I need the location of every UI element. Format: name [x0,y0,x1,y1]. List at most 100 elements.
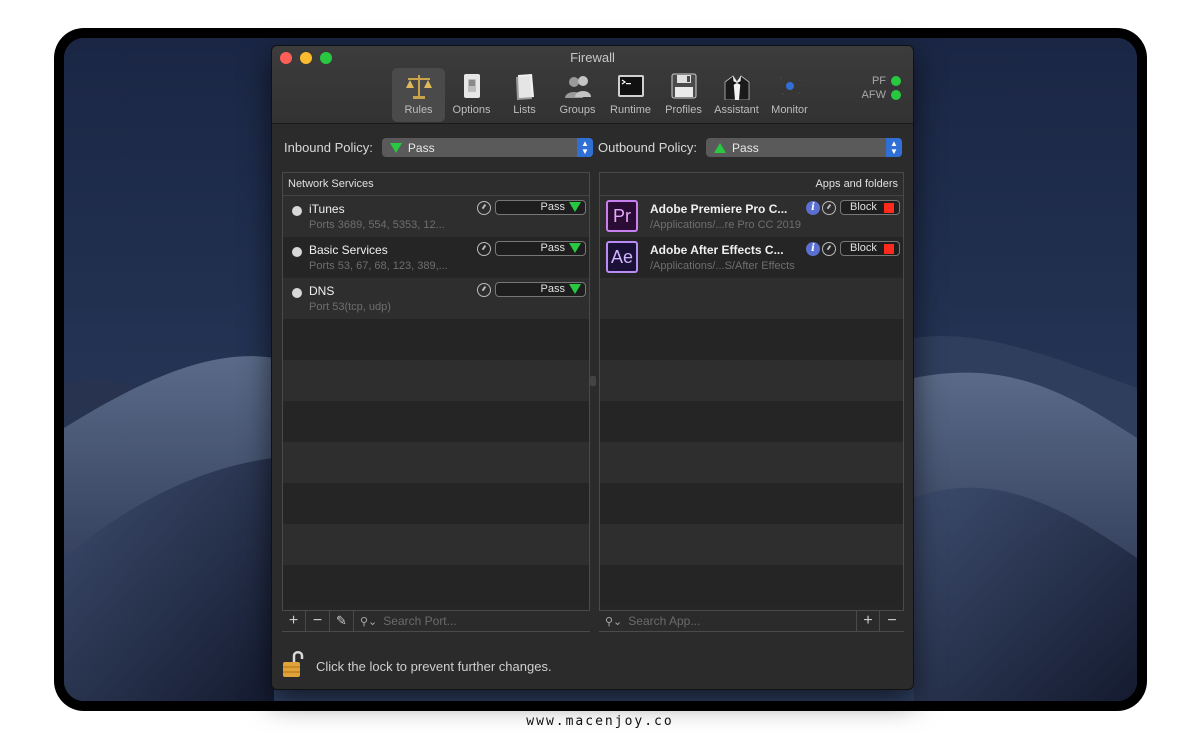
gauge-icon[interactable] [477,201,491,215]
app-action-select[interactable]: Block [840,241,900,256]
tab-lists[interactable]: Lists [498,68,551,122]
empty-row [600,360,903,401]
window-title: Firewall [570,50,615,65]
firewall-status: PF AFW [862,74,901,102]
afw-status: AFW [862,88,901,102]
inbound-policy-select[interactable]: Pass ▲ ▼ [381,138,593,157]
search-app-input[interactable]: ⚲⌄ Search App... [599,614,856,628]
empty-row [600,524,903,565]
empty-row [600,442,903,483]
gauge-icon[interactable] [477,242,491,256]
inbound-policy: Inbound Policy: Pass ▲ ▼ [284,138,593,157]
service-action-label: Pass [540,242,565,254]
service-status-icon [292,288,302,298]
tab-profiles-label: Profiles [665,104,702,116]
tab-assistant[interactable]: Assistant [710,68,763,122]
info-icon[interactable]: i [806,201,820,215]
butler-icon [720,71,754,101]
apps-header: Apps and folders [600,173,903,196]
app-action-label: Block [850,201,877,213]
service-action-select[interactable]: Pass [495,200,586,215]
add-app-button[interactable]: + [856,611,880,631]
block-square-icon [884,244,894,254]
select-stepper-icon: ▲ ▼ [576,138,593,157]
terminal-icon [614,71,648,101]
tab-groups-label: Groups [559,104,596,116]
pass-arrow-icon [569,243,581,253]
tab-groups[interactable]: Groups [551,68,604,122]
list-item[interactable]: DNS Port 53(tcp, udp) Pass [283,278,589,319]
list-item[interactable]: Basic Services Ports 53, 67, 68, 123, 38… [283,237,589,278]
service-name: iTunes [309,202,345,216]
split-view-divider[interactable] [590,376,596,386]
switch-icon [455,71,489,101]
service-action-select[interactable]: Pass [495,282,586,297]
tab-rules[interactable]: Rules [392,68,445,122]
lock-row: Click the lock to prevent further change… [282,649,552,684]
scales-icon [402,71,436,101]
edit-service-button[interactable]: ✎ [330,611,354,631]
tab-rules-label: Rules [404,104,433,116]
pf-indicator-icon [891,76,901,86]
tab-options[interactable]: Options [445,68,498,122]
service-name: Basic Services [309,243,388,257]
service-action-select[interactable]: Pass [495,241,586,256]
tab-monitor[interactable]: Monitor [763,68,816,122]
unlocked-lock-icon[interactable] [282,649,304,684]
radar-icon [773,71,807,101]
tab-profiles[interactable]: Profiles [657,68,710,122]
window-titlebar: Firewall Rules Options Lists Groups Runt… [272,46,913,124]
service-status-icon [292,206,302,216]
service-ports: Ports 3689, 554, 5353, 12... [309,219,445,231]
block-square-icon [884,203,894,213]
network-services-header: Network Services [283,173,589,196]
main-toolbar: Rules Options Lists Groups Runtime Profi… [392,68,816,122]
outbound-policy-value: Pass [732,140,759,155]
list-item[interactable]: Ae Adobe After Effects C... /Application… [600,237,903,278]
remove-app-button[interactable]: − [880,611,904,631]
apps-panel: Apps and folders Pr Adobe Premiere Pro C… [599,172,904,632]
pf-status: PF [862,74,901,88]
network-services-list: iTunes Ports 3689, 554, 5353, 12... Pass… [283,196,589,606]
list-item[interactable]: iTunes Ports 3689, 554, 5353, 12... Pass [283,196,589,237]
gauge-icon[interactable] [822,242,836,256]
search-app-placeholder: Search App... [628,614,701,628]
search-icon: ⚲⌄ [605,615,623,628]
network-services-panel: Network Services iTunes Ports 3689, 554,… [282,172,590,632]
search-port-placeholder: Search Port... [383,614,457,628]
pass-arrow-icon [569,202,581,212]
outbound-policy-select[interactable]: Pass ▲ ▼ [706,138,903,157]
tab-runtime[interactable]: Runtime [604,68,657,122]
service-action-label: Pass [540,201,565,213]
afw-label: AFW [861,89,886,101]
service-ports: Ports 53, 67, 68, 123, 389,... [309,260,448,272]
list-item[interactable]: Pr Adobe Premiere Pro C... /Applications… [600,196,903,237]
empty-row [600,483,903,524]
gauge-icon[interactable] [477,283,491,297]
empty-row [283,483,589,524]
select-stepper-icon: ▲ ▼ [886,138,903,157]
app-action-select[interactable]: Block [840,200,900,215]
document-icon [508,71,542,101]
gauge-icon[interactable] [822,201,836,215]
tab-options-label: Options [452,104,491,116]
remove-service-button[interactable]: − [306,611,330,631]
inbound-policy-label: Inbound Policy: [284,140,373,155]
tab-runtime-label: Runtime [610,104,651,116]
empty-row [283,524,589,565]
add-service-button[interactable]: + [282,611,306,631]
app-path: /Applications/...S/After Effects [650,260,795,272]
service-status-icon [292,247,302,257]
apps-bottom-bar: ⚲⌄ Search App... + − [599,610,904,631]
empty-row [283,442,589,483]
services-bottom-bar: + − ✎ ⚲⌄ Search Port... [282,610,590,631]
outbound-policy-label: Outbound Policy: [598,140,698,155]
site-watermark: www.macenjoy.co [526,714,674,729]
inbound-policy-value: Pass [407,140,435,155]
firewall-window: Firewall Rules Options Lists Groups Runt… [271,45,914,690]
service-ports: Port 53(tcp, udp) [309,301,391,313]
lock-message: Click the lock to prevent further change… [316,659,552,674]
edit-pencil-icon: ✎ [336,613,347,628]
info-icon[interactable]: i [806,242,820,256]
search-port-input[interactable]: ⚲⌄ Search Port... [354,614,457,628]
